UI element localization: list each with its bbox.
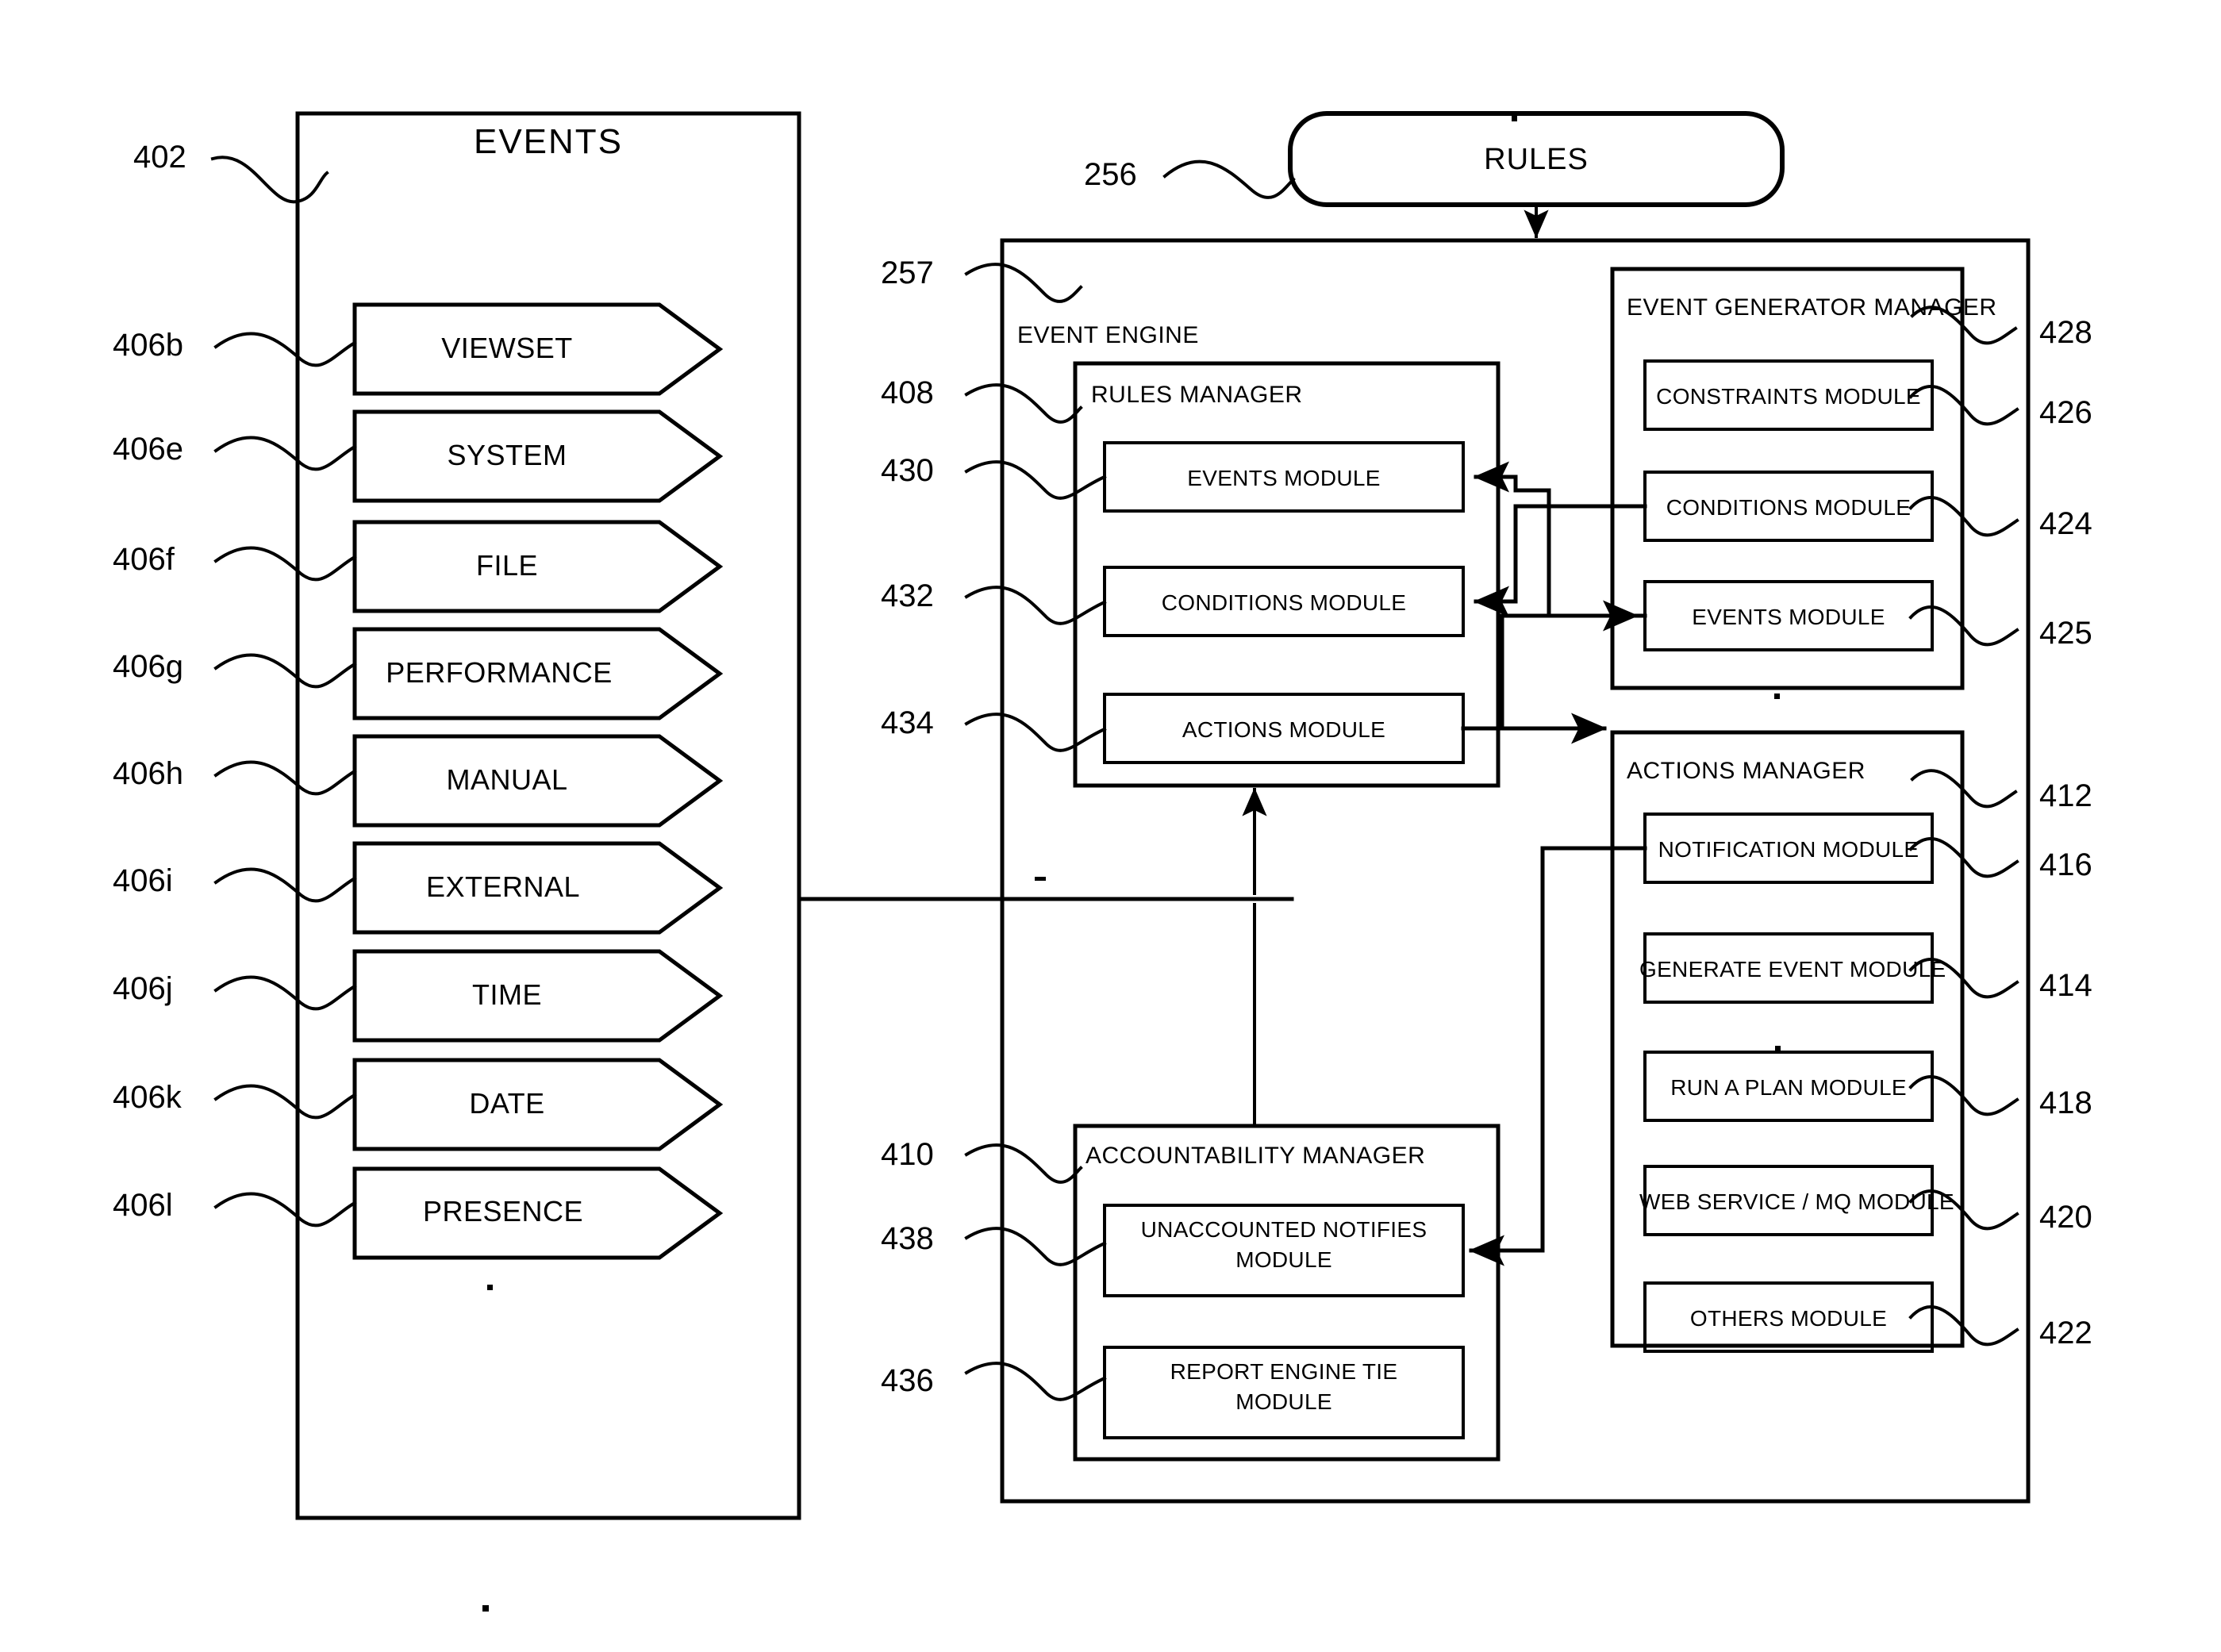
event-item-performance[interactable]: PERFORMANCE [347,656,651,690]
ref-256: 256 [1084,157,1137,192]
ref-257: 257 [881,255,934,290]
unaccounted-notifies-line2: MODULE [1235,1247,1332,1272]
generate-event-module[interactable]: GENERATE EVENT MODULE [1639,957,1946,982]
rules-manager-actions-module[interactable]: ACTIONS MODULE [1105,717,1463,743]
leader-lines-left [210,156,357,1227]
event-generator-manager-label: EVENT GENERATOR MANAGER [1627,294,1997,321]
ref-416: 416 [2039,847,2092,882]
ref-402: 402 [133,140,186,175]
ref-434: 434 [881,705,934,740]
web-service-mq-module[interactable]: WEB SERVICE / MQ MODULE [1639,1189,1954,1215]
ref-406j: 406j [113,971,173,1006]
event-item-system[interactable]: SYSTEM [355,439,659,472]
ref-418: 418 [2039,1085,2092,1120]
rules-manager-label: RULES MANAGER [1091,382,1303,408]
report-engine-tie-line2: MODULE [1235,1389,1332,1414]
event-item-time[interactable]: TIME [355,978,659,1012]
event-item-viewset[interactable]: VIEWSET [355,332,659,365]
events-panel-border [295,111,801,1520]
patent-figure-canvas: 402 406b 406e 406f 406g 406h 406i 406j 4… [0,0,2221,1652]
report-engine-tie-line1: REPORT ENGINE TIE [1170,1359,1398,1384]
ref-414: 414 [2039,968,2092,1003]
rules-manager-events-module[interactable]: EVENTS MODULE [1105,466,1463,491]
ref-410: 410 [881,1137,934,1172]
event-item-date[interactable]: DATE [355,1087,659,1120]
others-module[interactable]: OTHERS MODULE [1645,1306,1932,1331]
event-item-presence[interactable]: PRESENCE [351,1195,655,1228]
unaccounted-notifies-module[interactable]: UNACCOUNTED NOTIFIES MODULE [1105,1215,1463,1275]
ref-406g: 406g [113,649,183,684]
internal-connectors [1461,461,1647,1266]
notification-module[interactable]: NOTIFICATION MODULE [1645,837,1932,862]
ref-406k: 406k [113,1080,182,1115]
ref-406b: 406b [113,328,183,363]
accountability-manager-label: ACCOUNTABILITY MANAGER [1086,1143,1426,1169]
leader-257 [964,263,1083,303]
event-engine-label: EVENT ENGINE [1017,322,1199,348]
rules-manager-conditions-module[interactable]: CONDITIONS MODULE [1105,590,1463,616]
event-item-external[interactable]: EXTERNAL [351,870,655,904]
ref-426: 426 [2039,395,2092,430]
generator-events-module[interactable]: EVENTS MODULE [1645,605,1932,630]
unaccounted-notifies-line1: UNACCOUNTED NOTIFIES [1140,1217,1428,1242]
leader-256 [1162,159,1296,199]
rules-box-label[interactable]: RULES [1290,143,1782,177]
report-engine-tie-module[interactable]: REPORT ENGINE TIE MODULE [1105,1357,1463,1417]
ref-412: 412 [2039,778,2092,813]
actions-manager-label: ACTIONS MANAGER [1627,758,1866,784]
ref-425: 425 [2039,616,2092,651]
events-panel-title: EVENTS [473,122,624,161]
ref-406h: 406h [113,756,183,791]
ref-408: 408 [881,375,934,410]
ref-436: 436 [881,1363,934,1398]
ref-430: 430 [881,453,934,488]
ref-428: 428 [2039,315,2092,350]
ref-424: 424 [2039,506,2092,541]
actions-manager-border [1610,730,1965,1348]
ref-420: 420 [2039,1200,2092,1235]
ref-406i: 406i [113,863,173,898]
event-item-manual[interactable]: MANUAL [355,763,659,797]
ref-438: 438 [881,1221,934,1256]
ref-406e: 406e [113,432,183,467]
event-item-file[interactable]: FILE [355,549,659,582]
ref-406f: 406f [113,542,175,577]
ref-432: 432 [881,578,934,613]
run-a-plan-module[interactable]: RUN A PLAN MODULE [1645,1075,1932,1101]
generator-conditions-module[interactable]: CONDITIONS MODULE [1645,495,1932,521]
constraints-module[interactable]: CONSTRAINTS MODULE [1645,384,1932,409]
leader-lines-engine-left [964,383,1107,1401]
ref-422: 422 [2039,1316,2092,1350]
ref-406l: 406l [113,1188,173,1223]
